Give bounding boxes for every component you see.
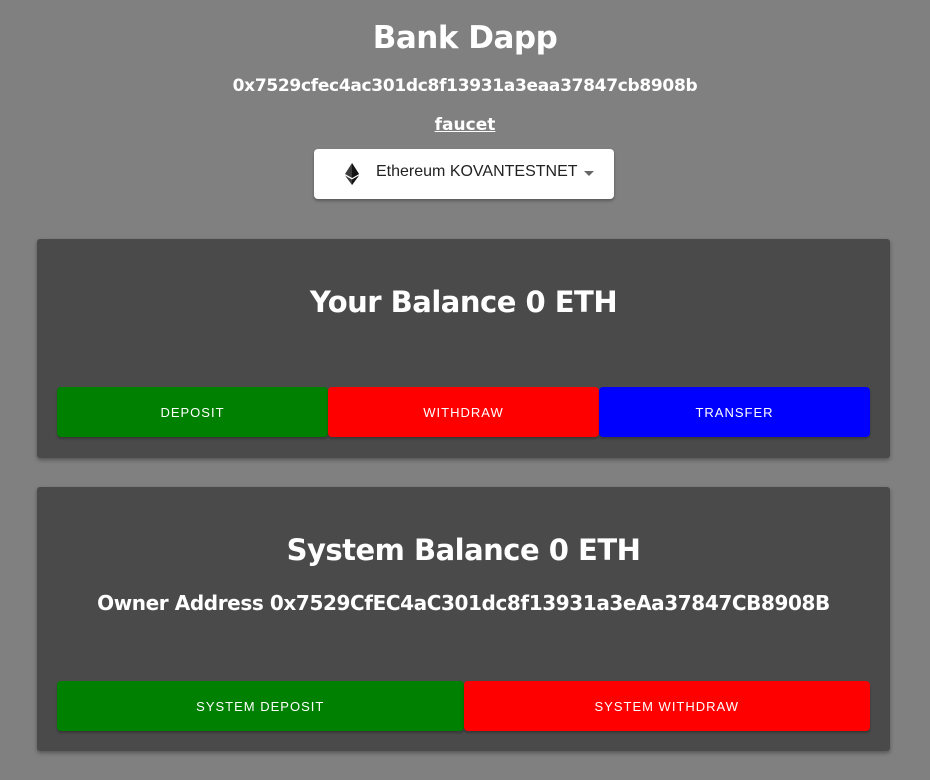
transfer-button[interactable]: TRANSFER [599, 387, 870, 437]
user-balance-card: Your Balance 0 ETH DEPOSIT WITHDRAW TRAN… [37, 239, 890, 458]
network-select[interactable]: Ethereum KOVANTESTNET [314, 149, 614, 199]
withdraw-button[interactable]: WITHDRAW [328, 387, 599, 437]
user-action-buttons: DEPOSIT WITHDRAW TRANSFER [57, 387, 870, 437]
owner-address: Owner Address 0x7529CfEC4aC301dc8f13931a… [97, 591, 830, 615]
faucet-link[interactable]: faucet [435, 115, 496, 135]
system-withdraw-button[interactable]: SYSTEM WITHDRAW [463, 681, 870, 731]
page-title: Bank Dapp [372, 20, 558, 56]
ethereum-icon [345, 163, 359, 185]
system-balance-title: System Balance 0 ETH [286, 533, 641, 567]
system-deposit-button[interactable]: SYSTEM DEPOSIT [57, 681, 464, 731]
account-address: 0x7529cfec4ac301dc8f13931a3eaa37847cb890… [232, 76, 698, 96]
system-balance-card: System Balance 0 ETH Owner Address 0x752… [37, 487, 890, 751]
deposit-button[interactable]: DEPOSIT [57, 387, 328, 437]
network-selected-value: Ethereum KOVANTESTNET [376, 163, 578, 180]
system-action-buttons: SYSTEM DEPOSIT SYSTEM WITHDRAW [57, 681, 870, 731]
user-balance-title: Your Balance 0 ETH [309, 285, 618, 319]
page: Bank Dapp 0x7529cfec4ac301dc8f13931a3eaa… [0, 0, 930, 780]
faucet-link-container: faucet [0, 115, 930, 135]
chevron-down-icon [584, 171, 594, 176]
